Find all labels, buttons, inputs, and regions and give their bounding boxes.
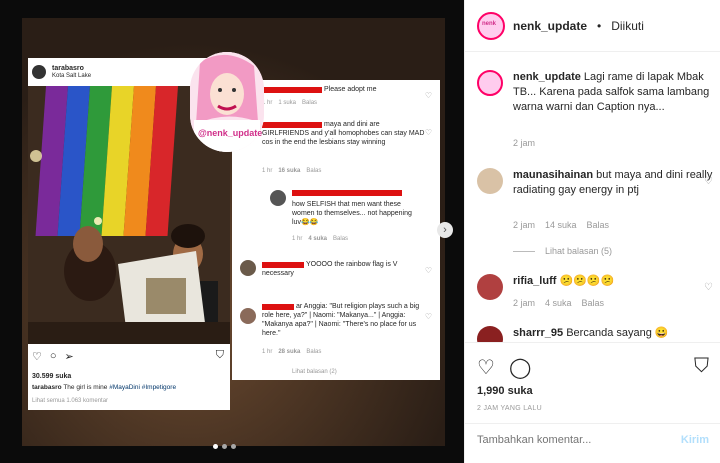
view-replies-button[interactable]: Lihat balasan (5) [513, 246, 612, 256]
avatar [270, 190, 286, 206]
comment-text: Bercanda sayang 😀 [566, 327, 669, 339]
carousel-dots [213, 444, 236, 449]
embedded-comment-meta: 1 hr 28 suka Balas [262, 349, 322, 355]
view-all-comments: Lihat semua 1.063 komentar [32, 398, 109, 404]
embedded-comment-text: Please adopt me [324, 86, 377, 93]
avatar [240, 308, 256, 324]
comment-input[interactable] [477, 434, 657, 446]
add-comment-bar: Kirim [465, 423, 720, 461]
post-timestamp: 2 JAM YANG LALU [477, 405, 542, 412]
post-image[interactable]: tarabasro Kota Salt Lake ♡ ○ ➢ ⛉ 30.599 … [0, 0, 464, 463]
embedded-comments: Please adopt me 1 hr 1 suka Balas ♡ maya a… [232, 80, 440, 380]
caption-user: tarabasro [32, 384, 62, 391]
save-bookmark-icon[interactable]: ⛉ [694, 355, 709, 378]
share-icon: ➢ [64, 351, 74, 363]
heart-icon[interactable]: ♡ [704, 282, 713, 293]
embedded-comment-meta: 1 hr 16 suka Balas [262, 168, 322, 174]
avatar[interactable] [477, 168, 503, 194]
redaction [292, 190, 402, 196]
embedded-comment-text: YOOOO the rainbow flag is V necessary [262, 261, 398, 277]
post-actions: ♡ ◯ ⛉ 1,990 suka 2 JAM YANG LALU Kirim [465, 342, 720, 462]
embedded-comment-text: how SELFISH that men want these women to… [292, 201, 412, 226]
redaction [262, 87, 322, 93]
comment-meta: 2 jam 4 suka Balas [513, 298, 605, 308]
post-sidebar: nenk nenk_update • Diikuti nenk_update L… [464, 0, 720, 463]
comment-body: maunasihainan but maya and dini really r… [513, 168, 713, 198]
follow-status[interactable]: Diikuti [611, 19, 644, 33]
comment-meta: 2 jam [513, 138, 536, 148]
comment-icon: ○ [49, 350, 57, 362]
heart-icon: ♡ [32, 351, 42, 363]
comment-user[interactable]: maunasihainan [513, 169, 593, 181]
comment-body: sharrr_95 Bercanda sayang 😀 [513, 326, 713, 341]
comment-body: rifia_luff 😕😕😕😕 [513, 274, 713, 289]
comment-user[interactable]: rifia_luff [513, 275, 556, 287]
post-comment-button[interactable]: Kirim [681, 434, 709, 446]
next-arrow-icon[interactable]: › [437, 222, 453, 238]
card-caption: tarabasro The girl is mine #MayaDini #Im… [32, 384, 228, 391]
caption-tags: #MayaDini #Impetigore [109, 384, 177, 391]
embedded-comment-text: maya and dini are GIRLFRIENDS and y'all … [262, 121, 425, 146]
avatar [240, 260, 256, 276]
avatar[interactable]: nenk [477, 11, 505, 40]
card-username: tarabasro [52, 64, 84, 72]
heart-icon: ♡ [424, 91, 432, 100]
embedded-view-replies: Lihat balasan (2) [292, 369, 337, 375]
comments-list: nenk_update Lagi rame di lapak Mbak TB..… [465, 52, 720, 342]
heart-icon: ♡ [424, 266, 432, 275]
avatar[interactable] [477, 326, 503, 342]
comment-meta: 2 jam 14 suka Balas [513, 220, 610, 230]
heart-icon: ♡ [424, 128, 432, 137]
bookmark-icon: ⛉ [215, 349, 224, 361]
heart-icon[interactable]: ♡ [704, 176, 713, 187]
embedded-comment-text: ar Anggia: "But religion plays such a bi… [262, 303, 420, 337]
comment-bubble-icon[interactable]: ◯ [509, 355, 531, 380]
comment-user[interactable]: nenk_update [513, 71, 581, 83]
heart-icon: ♡ [424, 312, 432, 321]
likes-count[interactable]: 1,990 suka [477, 385, 533, 397]
separator-dot: • [597, 18, 602, 33]
comment-body: nenk_update Lagi rame di lapak Mbak TB..… [513, 70, 713, 115]
comment-text: 😕😕😕😕 [559, 275, 615, 287]
collage-image: tarabasro Kota Salt Lake ♡ ○ ➢ ⛉ 30.599 … [22, 18, 445, 446]
avatar[interactable] [477, 274, 503, 300]
account-badge-text: @nenk_update [198, 128, 263, 138]
caption-text: The girl is mine [63, 384, 108, 391]
avatar[interactable] [477, 70, 503, 96]
card-actions: ♡ ○ ➢ [32, 350, 74, 363]
avatar [32, 65, 46, 79]
embedded-comment-meta: 1 hr 4 suka Balas [292, 236, 349, 242]
card-location: Kota Salt Lake [52, 72, 92, 79]
card-likes: 30.599 suka [32, 373, 72, 380]
embedded-comment-meta: 1 hr 1 suka Balas [262, 100, 318, 106]
like-heart-icon[interactable]: ♡ [477, 355, 495, 380]
header-username[interactable]: nenk_update [513, 19, 587, 33]
comment-user[interactable]: sharrr_95 [513, 327, 563, 339]
post-header: nenk nenk_update • Diikuti [465, 0, 720, 52]
